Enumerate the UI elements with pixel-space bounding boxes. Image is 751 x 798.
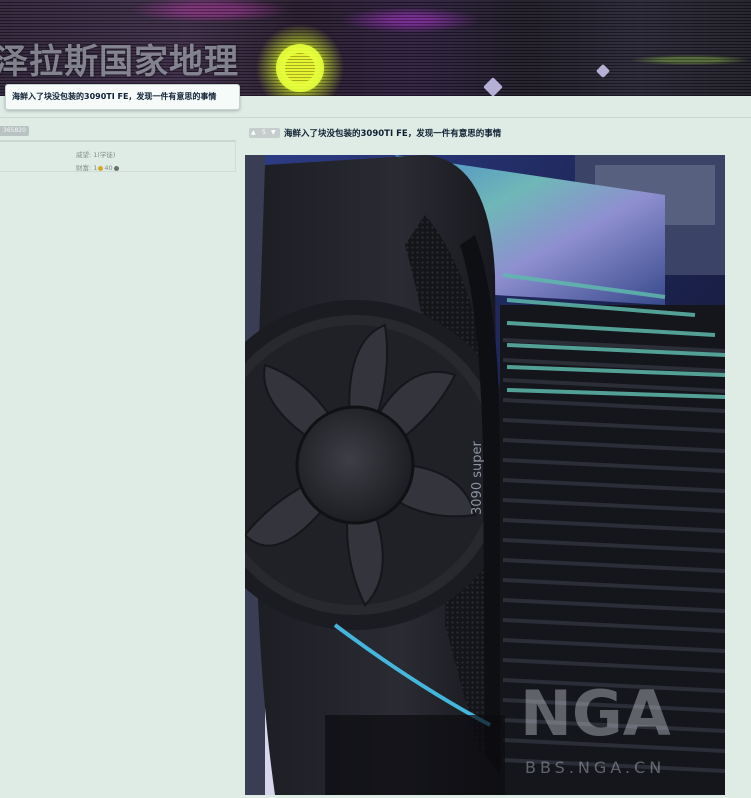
watermark-logo: NGA [520, 677, 671, 750]
banner-glow-ring [276, 44, 324, 92]
thumbs-down-icon[interactable]: ▼ [271, 128, 276, 138]
header-divider [0, 117, 751, 118]
wealth-silver-amount: 40 [104, 164, 113, 172]
post-title: 海鲜入了块没包装的3090TI FE，发现一件有意思的事情 [284, 129, 502, 139]
author-uid-badge[interactable]: 365820 [0, 126, 29, 136]
post-rating: ▲ 5 ▼ [249, 128, 280, 138]
rating-count: 5 [262, 129, 266, 136]
forum-banner[interactable]: 泽拉斯国家地理 [0, 0, 751, 96]
thumbs-up-icon[interactable]: ▲ [251, 128, 256, 138]
gold-coin-icon [98, 165, 104, 171]
gpu-card-label: 3090 super [470, 441, 485, 515]
author-info-panel: 威望: 1(学徒) 财富: 1 40 [0, 140, 236, 172]
author-wealth: 财富: 1 40 [76, 162, 120, 172]
post-image-gpu-photo[interactable]: 3090 super NGA BBS.NGA.CN [245, 155, 725, 795]
thread-title-tooltip: 海鲜入了块没包装的3090TI FE，发现一件有意思的事情 [5, 84, 240, 110]
wealth-prefix: 财富: 1 [76, 164, 98, 172]
banner-site-title: 泽拉斯国家地理 [0, 42, 239, 82]
watermark-url: BBS.NGA.CN [525, 758, 665, 777]
silver-coin-icon [113, 165, 119, 171]
author-weight: 威望: 1(学徒) [76, 151, 116, 159]
